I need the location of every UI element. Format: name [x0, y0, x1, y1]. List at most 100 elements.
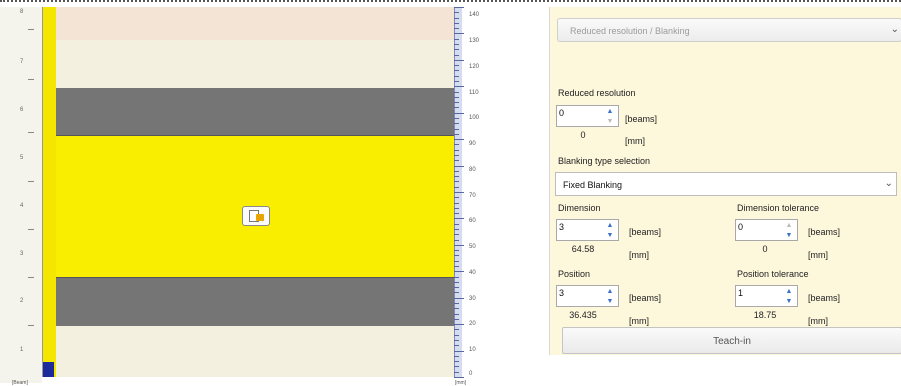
selected-beam-marker[interactable] — [43, 362, 54, 377]
mm-scale-tick — [454, 28, 459, 30]
zone-field — [56, 7, 454, 377]
mm-scale-tick — [454, 17, 459, 19]
mm-scale-tick — [454, 244, 464, 246]
mm-scale-tick — [454, 197, 459, 199]
mm-scale-tick — [454, 303, 459, 304]
section-title: Reduced resolution / Blanking — [570, 26, 690, 36]
spinner-value: 1 — [738, 288, 744, 298]
mm-scale-tick — [454, 271, 464, 273]
spinner-up-icon[interactable]: ▲ — [604, 221, 616, 230]
lock-document-icon[interactable] — [242, 206, 270, 226]
chevron-down-icon[interactable]: ⌄ — [891, 24, 899, 35]
dimension-tolerance-spinner[interactable]: 0 ▲ ▼ — [735, 219, 798, 241]
mm-scale-tick — [454, 234, 459, 236]
beam-strip — [42, 7, 57, 377]
teach-in-label: Teach-in — [713, 336, 751, 347]
mm-scale-tick — [454, 128, 459, 130]
position-mm-value: 36.435 — [569, 310, 597, 320]
beam-axis-label: 8 — [20, 9, 24, 15]
mm-scale-tick — [454, 112, 464, 114]
mm-scale-tick — [454, 155, 459, 156]
mm-scale-tick — [454, 255, 459, 257]
mm-axis-label: 50 — [469, 244, 476, 250]
mm-axis-label: 40 — [469, 270, 476, 276]
top-zone — [56, 7, 454, 40]
mm-scale-tick — [454, 207, 459, 209]
mm-scale-tick — [454, 313, 459, 315]
mm-scale-tick — [454, 7, 464, 8]
mm-scale-tick — [454, 250, 459, 252]
mm-axis-label: 30 — [469, 296, 476, 302]
position-tolerance-mm-value: 18.75 — [753, 310, 777, 320]
mm-scale-tick — [454, 176, 459, 178]
mm-scale-tick — [454, 192, 464, 193]
mm-scale-tick — [454, 165, 464, 167]
dimension-tolerance-mm-value: 0 — [762, 244, 768, 254]
spinner-up-icon[interactable]: ▲ — [783, 221, 795, 230]
dimension-spinner[interactable]: 3 ▲ ▼ — [556, 219, 619, 241]
beam-axis-label: 2 — [20, 298, 24, 304]
position-tolerance-spinner[interactable]: 1 ▲ ▼ — [735, 285, 798, 307]
mm-scale-tick — [454, 149, 459, 151]
mm-axis-label: 80 — [469, 167, 476, 173]
mm-scale-tick — [454, 324, 464, 326]
beam-axis-tick — [28, 29, 34, 30]
blanking-type-select[interactable]: Fixed Blanking ⌄ — [555, 172, 897, 196]
mm-scale-tick — [454, 38, 459, 40]
spinner-value: 0 — [559, 108, 565, 118]
unit-mm: [mm] — [629, 316, 649, 326]
mm-scale-tick — [454, 59, 464, 61]
mm-axis-label: 110 — [469, 90, 479, 96]
beam-axis-label: 1 — [20, 347, 24, 353]
beam-axis: 8 7 6 5 4 3 2 1 — [0, 7, 42, 383]
chevron-down-icon[interactable]: ⌄ — [885, 178, 893, 189]
mm-scale-tick — [454, 371, 459, 373]
unit-beams: [beams] — [808, 293, 841, 303]
dimension-tolerance-label: Dimension tolerance — [737, 203, 820, 213]
mm-scale-tick — [454, 329, 459, 331]
beam-axis-label: 4 — [20, 203, 24, 209]
teach-in-button[interactable]: Teach-in — [562, 327, 901, 354]
mm-scale-tick — [454, 350, 464, 352]
mm-scale-tick — [454, 70, 459, 72]
position-spinner[interactable]: 3 ▲ ▼ — [556, 285, 619, 307]
beam-axis-tick — [28, 277, 34, 278]
mm-axis-label: 120 — [469, 64, 480, 70]
spinner-down-icon[interactable]: ▼ — [604, 117, 616, 126]
unit-beams: [beams] — [629, 293, 662, 303]
mm-axis-label: 20 — [469, 321, 476, 327]
tolerance-zone-lower[interactable] — [56, 278, 454, 326]
spinner-up-icon[interactable]: ▲ — [783, 287, 795, 296]
mm-scale-tick — [454, 287, 459, 289]
beam-axis-label: 6 — [20, 107, 24, 113]
mm-scale-tick — [454, 186, 459, 188]
unit-mm: [mm] — [808, 316, 828, 326]
mm-scale-tick — [454, 297, 464, 299]
tolerance-zone-upper[interactable] — [56, 88, 454, 135]
beam-axis-label: 5 — [20, 155, 24, 161]
spinner-up-icon[interactable]: ▲ — [604, 287, 616, 296]
beam-axis-label: 3 — [20, 251, 24, 257]
mm-scale-tick — [454, 65, 459, 67]
spinner-up-icon[interactable]: ▲ — [604, 107, 616, 116]
mm-scale-tick — [454, 49, 459, 51]
mm-axis-label: 100 — [469, 115, 480, 121]
reduced-resolution-spinner[interactable]: 0 ▲ ▼ — [556, 105, 619, 127]
spinner-value: 0 — [738, 222, 744, 232]
mm-scale-tick — [454, 355, 459, 357]
mm-scale-tick — [454, 170, 459, 172]
mm-scale-tick — [454, 33, 464, 35]
mm-scale-tick — [454, 213, 459, 215]
section-header[interactable]: Reduced resolution / Blanking ⌄ — [557, 18, 901, 42]
mm-scale-tick — [454, 276, 459, 278]
mm-scale-tick — [454, 340, 459, 341]
spinner-down-icon[interactable]: ▼ — [604, 231, 616, 240]
mm-scale-tick — [454, 22, 459, 24]
mm-scale-tick — [454, 44, 459, 45]
spinner-down-icon[interactable]: ▼ — [604, 297, 616, 306]
spinner-down-icon[interactable]: ▼ — [783, 297, 795, 306]
mm-scale-tick — [454, 266, 459, 267]
mm-axis-label: 130 — [469, 38, 480, 44]
unit-mm: [mm] — [808, 250, 828, 260]
spinner-down-icon[interactable]: ▼ — [783, 231, 795, 240]
